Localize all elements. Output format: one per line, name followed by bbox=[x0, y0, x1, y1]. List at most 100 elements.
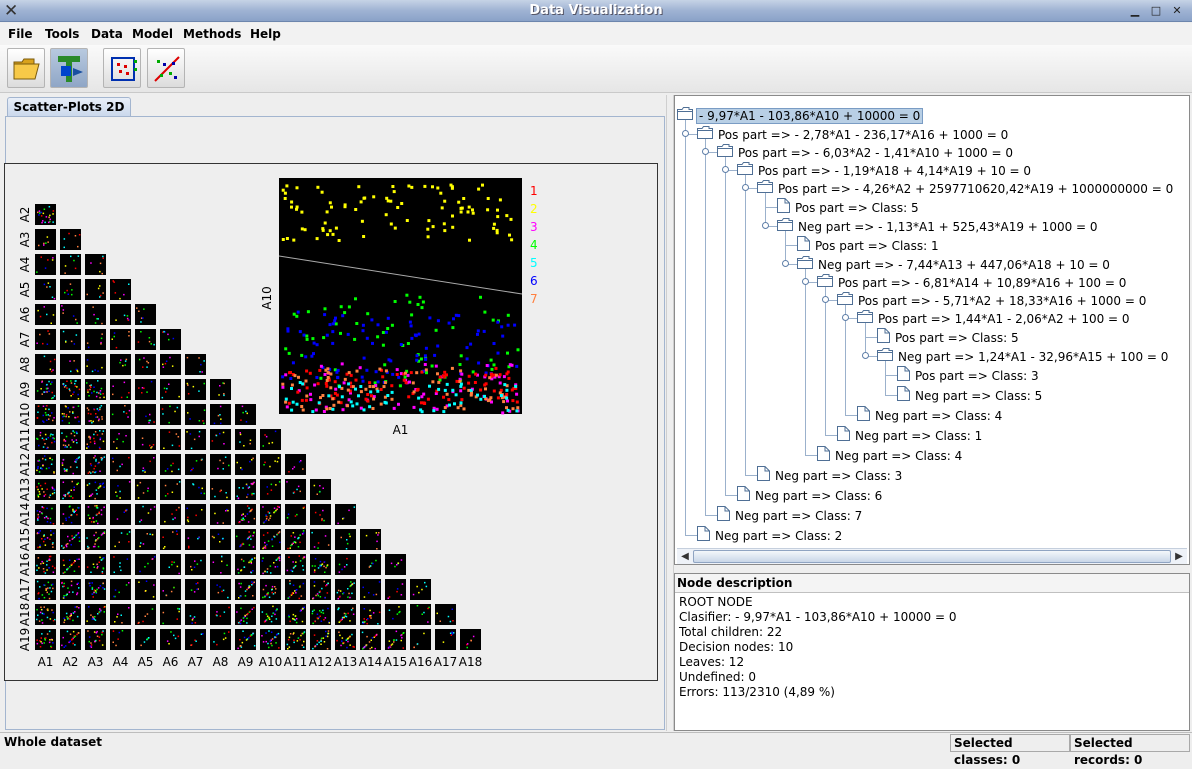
mini-scatter-plot[interactable] bbox=[185, 604, 206, 625]
tree-decision-node[interactable]: Neg part => - 1,13*A1 + 525,43*A19 + 100… bbox=[777, 217, 1100, 235]
tree-decision-node[interactable]: Neg part => 1,24*A1 - 32,96*A15 + 100 = … bbox=[877, 347, 1170, 365]
mini-scatter-plot[interactable] bbox=[60, 279, 81, 300]
mini-scatter-plot[interactable] bbox=[185, 379, 206, 400]
mini-scatter-plot[interactable] bbox=[285, 479, 306, 500]
mini-scatter-plot[interactable] bbox=[160, 579, 181, 600]
tree-decision-node[interactable]: Pos part => - 1,19*A18 + 4,14*A19 + 10 =… bbox=[737, 161, 1033, 179]
mini-scatter-plot[interactable] bbox=[160, 554, 181, 575]
tree-leaf-node[interactable]: Neg part => Class: 2 bbox=[697, 526, 844, 544]
mini-scatter-plot[interactable] bbox=[160, 379, 181, 400]
expand-toggle-icon[interactable] bbox=[782, 260, 789, 267]
mini-scatter-plot[interactable] bbox=[385, 554, 406, 575]
scrollbar-thumb[interactable] bbox=[693, 550, 1171, 563]
tree-leaf-node[interactable]: Neg part => Class: 1 bbox=[837, 426, 984, 444]
horizontal-scrollbar[interactable]: ◀ ▶ bbox=[677, 548, 1187, 564]
mini-scatter-plot[interactable] bbox=[60, 254, 81, 275]
mini-scatter-plot[interactable] bbox=[185, 429, 206, 450]
tree-decision-node[interactable]: Pos part => - 5,71*A2 + 18,33*A16 + 1000… bbox=[837, 291, 1148, 309]
mini-scatter-plot[interactable] bbox=[210, 504, 231, 525]
mini-scatter-plot[interactable] bbox=[260, 429, 281, 450]
mini-scatter-plot[interactable] bbox=[85, 279, 106, 300]
tree-leaf-node[interactable]: Neg part => Class: 4 bbox=[857, 406, 1004, 424]
menu-help[interactable]: Help bbox=[250, 27, 281, 41]
tree-decision-node[interactable]: Neg part => - 7,44*A13 + 447,06*A18 + 10… bbox=[797, 255, 1112, 273]
close-icon[interactable]: ✕ bbox=[1170, 4, 1184, 18]
tree-decision-node[interactable]: Pos part => - 6,03*A2 - 1,41*A10 + 1000 … bbox=[717, 143, 1015, 161]
minimize-icon[interactable]: ▁ bbox=[1128, 4, 1142, 18]
mini-scatter-plot[interactable] bbox=[160, 454, 181, 475]
mini-scatter-plot[interactable] bbox=[35, 379, 56, 400]
expand-toggle-icon[interactable] bbox=[722, 166, 729, 173]
mini-scatter-plot[interactable] bbox=[310, 529, 331, 550]
mini-scatter-plot[interactable] bbox=[385, 629, 406, 650]
scatter-diagonal-button[interactable] bbox=[147, 48, 185, 88]
tree-decision-node[interactable]: Pos part => 1,44*A1 - 2,06*A2 + 100 = 0 bbox=[857, 309, 1132, 327]
mini-scatter-plot[interactable] bbox=[110, 354, 131, 375]
maximize-icon[interactable]: □ bbox=[1149, 4, 1163, 18]
mini-scatter-plot[interactable] bbox=[335, 579, 356, 600]
mini-scatter-plot[interactable] bbox=[360, 554, 381, 575]
mini-scatter-plot[interactable] bbox=[360, 579, 381, 600]
mini-scatter-plot[interactable] bbox=[210, 604, 231, 625]
expand-toggle-icon[interactable] bbox=[862, 352, 869, 359]
mini-scatter-plot[interactable] bbox=[435, 629, 456, 650]
mini-scatter-plot[interactable] bbox=[260, 479, 281, 500]
mini-scatter-plot[interactable] bbox=[135, 329, 156, 350]
mini-scatter-plot[interactable] bbox=[235, 554, 256, 575]
tree-decision-node[interactable]: - 9,97*A1 - 103,86*A10 + 10000 = 0 bbox=[677, 106, 924, 124]
expand-toggle-icon[interactable] bbox=[762, 222, 769, 229]
tree-leaf-node[interactable]: Pos part => Class: 3 bbox=[897, 366, 1041, 384]
expand-toggle-icon[interactable] bbox=[702, 148, 709, 155]
mini-scatter-plot[interactable] bbox=[235, 404, 256, 425]
mini-scatter-plot[interactable] bbox=[210, 454, 231, 475]
mini-scatter-plot[interactable] bbox=[60, 579, 81, 600]
mini-scatter-plot[interactable] bbox=[210, 554, 231, 575]
scatter-matrix-svg[interactable]: A2A3A4A5A6A7A8A9A10A11A12A13A14A15A16A17… bbox=[5, 164, 657, 680]
open-folder-button[interactable] bbox=[7, 48, 45, 88]
mini-scatter-plot[interactable] bbox=[110, 454, 131, 475]
mini-scatter-plot[interactable] bbox=[185, 404, 206, 425]
mini-scatter-plot[interactable] bbox=[135, 479, 156, 500]
mini-scatter-plot[interactable] bbox=[135, 529, 156, 550]
scatter-matrix-button[interactable] bbox=[103, 48, 141, 88]
mini-scatter-plot[interactable] bbox=[335, 554, 356, 575]
mini-scatter-plot[interactable] bbox=[335, 529, 356, 550]
mini-scatter-plot[interactable] bbox=[335, 504, 356, 525]
mini-scatter-plot[interactable] bbox=[235, 454, 256, 475]
mini-scatter-plot[interactable] bbox=[235, 504, 256, 525]
mini-scatter-plot[interactable] bbox=[135, 354, 156, 375]
mini-scatter-plot[interactable] bbox=[285, 554, 306, 575]
mini-scatter-plot[interactable] bbox=[135, 604, 156, 625]
mini-scatter-plot[interactable] bbox=[360, 529, 381, 550]
mini-scatter-plot[interactable] bbox=[210, 479, 231, 500]
mini-scatter-plot[interactable] bbox=[260, 604, 281, 625]
mini-scatter-plot[interactable] bbox=[110, 329, 131, 350]
menu-file[interactable]: File bbox=[8, 27, 33, 41]
mini-scatter-plot[interactable] bbox=[435, 604, 456, 625]
tree-model-button[interactable] bbox=[50, 48, 88, 88]
mini-scatter-plot[interactable] bbox=[60, 554, 81, 575]
mini-scatter-plot[interactable] bbox=[135, 629, 156, 650]
scatter-plot-panel[interactable]: A2 A3 A4 A5 A6 A7 A8 A9 A10 A11 A12 A13 A14 A15 A16 A17… bbox=[4, 163, 658, 681]
mini-scatter-plot[interactable] bbox=[210, 379, 231, 400]
mini-scatter-plot[interactable] bbox=[160, 504, 181, 525]
mini-scatter-plot[interactable] bbox=[35, 229, 56, 250]
mini-scatter-plot[interactable] bbox=[385, 579, 406, 600]
menu-model[interactable]: Model bbox=[132, 27, 173, 41]
menu-tools[interactable]: Tools bbox=[45, 27, 79, 41]
mini-scatter-plot[interactable] bbox=[235, 579, 256, 600]
mini-scatter-plot[interactable] bbox=[160, 429, 181, 450]
scroll-left-icon[interactable]: ◀ bbox=[677, 549, 693, 564]
tree-decision-node[interactable]: Pos part => - 4,26*A2 + 2597710620,42*A1… bbox=[757, 179, 1175, 197]
mini-scatter-plot[interactable] bbox=[110, 554, 131, 575]
tree-decision-node[interactable]: Pos part => - 6,81*A14 + 10,89*A16 + 100… bbox=[817, 273, 1128, 291]
mini-scatter-plot[interactable] bbox=[235, 629, 256, 650]
mini-scatter-plot[interactable] bbox=[385, 604, 406, 625]
mini-scatter-plot[interactable] bbox=[210, 429, 231, 450]
mini-scatter-plot[interactable] bbox=[85, 304, 106, 325]
mini-scatter-plot[interactable] bbox=[85, 579, 106, 600]
mini-scatter-plot[interactable] bbox=[285, 454, 306, 475]
expand-toggle-icon[interactable] bbox=[742, 184, 749, 191]
mini-scatter-plot[interactable] bbox=[110, 429, 131, 450]
mini-scatter-plot[interactable] bbox=[185, 554, 206, 575]
